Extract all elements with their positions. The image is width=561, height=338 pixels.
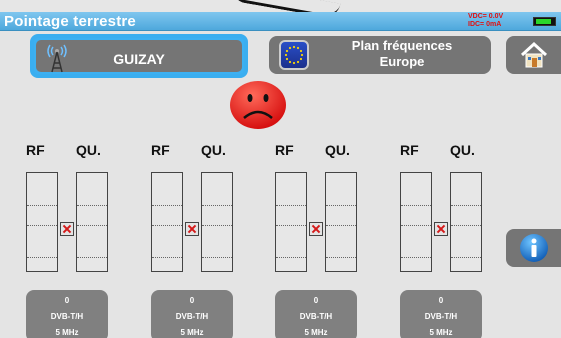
channel-info-button[interactable]: 0 DVB-T/H 5 MHz <box>400 290 482 338</box>
frequency-plan-label: Plan fréquences Europe <box>317 38 487 70</box>
site-name: GUIZAY <box>113 51 165 67</box>
channel-info-button[interactable]: 0 DVB-T/H 5 MHz <box>275 290 357 338</box>
channel-value: 0 <box>438 296 444 305</box>
quality-level-meter <box>201 172 233 272</box>
rf-label: RF <box>400 142 419 158</box>
channel-value: 0 <box>64 296 70 305</box>
channel-standard: DVB-T/H <box>50 312 84 321</box>
channel-value: 0 <box>189 296 195 305</box>
rf-level-meter <box>400 172 432 272</box>
title-bar: Pointage terrestre VDC= 0.0V IDC= 0mA <box>0 12 561 31</box>
channel-bandwidth: 5 MHz <box>429 328 453 337</box>
quality-label: QU. <box>201 142 226 158</box>
rf-label: RF <box>151 142 170 158</box>
channel-bandwidth: 5 MHz <box>55 328 79 337</box>
rf-label: RF <box>26 142 45 158</box>
quality-label: QU. <box>450 142 475 158</box>
battery-icon <box>533 17 556 26</box>
frequency-plan-button[interactable]: Plan fréquences Europe <box>269 36 491 74</box>
channel-info-button[interactable]: 0 DVB-T/H 5 MHz <box>26 290 108 338</box>
no-lock-icon <box>60 222 74 236</box>
rf-level-meter <box>151 172 183 272</box>
home-icon <box>520 41 548 68</box>
channel-standard: DVB-T/H <box>299 312 333 321</box>
idc-value: IDC= 0mA <box>468 20 502 28</box>
quality-label: QU. <box>76 142 101 158</box>
sad-face-icon <box>230 81 286 129</box>
home-button[interactable] <box>506 36 561 74</box>
window-title: Pointage terrestre <box>4 13 136 30</box>
channel-bandwidth: 5 MHz <box>180 328 204 337</box>
rf-level-meter <box>26 172 58 272</box>
info-icon <box>520 234 548 262</box>
channel-standard: DVB-T/H <box>424 312 458 321</box>
channel-standard: DVB-T/H <box>175 312 209 321</box>
vdc-value: VDC= 0.0V <box>468 13 504 20</box>
quality-level-meter <box>450 172 482 272</box>
quality-level-meter <box>325 172 357 272</box>
channel-value: 0 <box>313 296 319 305</box>
rf-label: RF <box>275 142 294 158</box>
plan-line1: Plan fréquences <box>351 38 453 53</box>
info-button[interactable] <box>506 229 561 267</box>
quality-level-meter <box>76 172 108 272</box>
no-lock-icon <box>434 222 448 236</box>
site-button[interactable]: GUIZAY <box>30 34 248 78</box>
eu-flag-icon <box>279 40 309 70</box>
channel-bandwidth: 5 MHz <box>304 328 328 337</box>
no-lock-icon <box>309 222 323 236</box>
channel-info-button[interactable]: 0 DVB-T/H 5 MHz <box>151 290 233 338</box>
no-lock-icon <box>185 222 199 236</box>
power-readout: VDC= 0.0V IDC= 0mA <box>468 13 503 28</box>
quality-label: QU. <box>325 142 350 158</box>
rf-level-meter <box>275 172 307 272</box>
plan-line2: Europe <box>379 54 425 69</box>
